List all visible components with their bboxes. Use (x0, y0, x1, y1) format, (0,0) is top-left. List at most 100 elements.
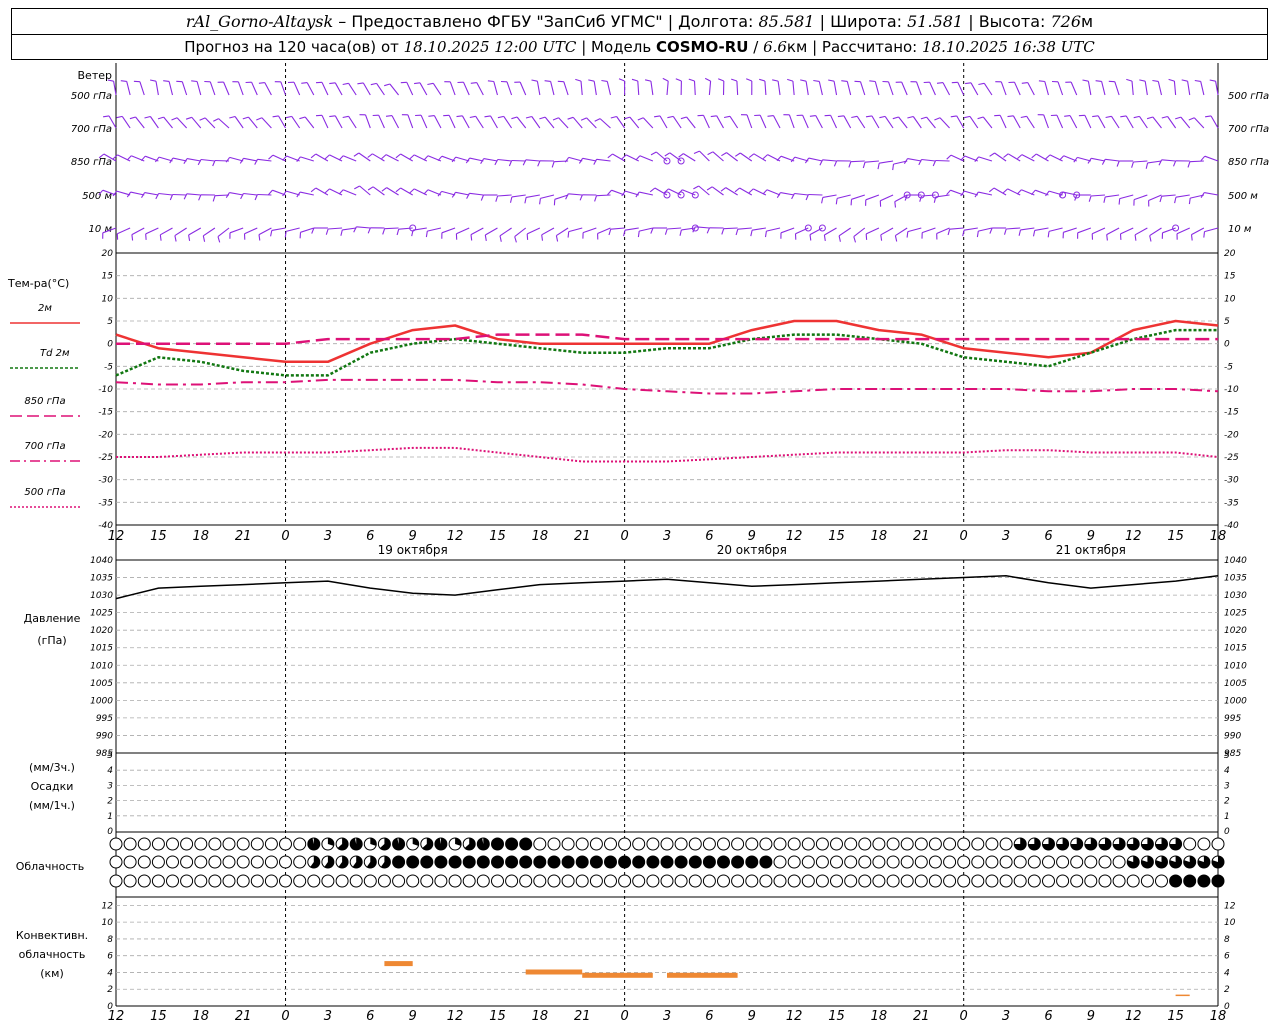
wind-barb-flag (1007, 115, 1014, 118)
cloud-symbol (815, 855, 829, 869)
pressure-tick-right: 1025 (1224, 609, 1247, 619)
wind-barb-flag (191, 80, 198, 83)
cloud-symbol (830, 855, 843, 869)
wind-barb-flag (385, 115, 393, 117)
wind-barb-flag (174, 235, 177, 242)
wind-barb (935, 159, 950, 162)
wind-barb-flag (650, 151, 657, 156)
temp-series-4 (116, 446, 1219, 463)
wind-barb-flag (1159, 196, 1163, 203)
wind-barb-flag (623, 230, 626, 237)
cloud-symbol (604, 855, 617, 869)
cloud-symbol (674, 874, 688, 888)
day-label: 19 октября (378, 543, 448, 557)
wind-barb (356, 226, 371, 229)
wind-barb (243, 192, 258, 196)
wind-barb-flag (1190, 234, 1193, 241)
wind-barb-flag (637, 117, 644, 121)
wind-barb (257, 193, 272, 196)
wind-barb-flag (1118, 198, 1121, 205)
precip-tick-left: 0 (107, 827, 113, 837)
wind-barb (606, 81, 612, 96)
wind-barb (586, 117, 597, 129)
cloud-symbol (293, 874, 307, 888)
cloud-symbol (618, 837, 632, 851)
wind-barb-flag (717, 78, 725, 82)
cloud-symbol (999, 837, 1013, 851)
hour-label-mid: 18 (532, 529, 549, 544)
wind-barb (449, 81, 456, 96)
wind-barb (1077, 227, 1092, 234)
wind-barb (217, 227, 230, 238)
cloud-symbol (702, 874, 716, 888)
wind-barb (736, 80, 739, 96)
cloud-symbol (999, 855, 1013, 869)
cloud-symbol (180, 874, 194, 888)
temp-tick-right: 10 (1224, 294, 1236, 304)
temp-tick-right: -10 (1224, 385, 1239, 395)
wind-barb-flag (892, 164, 895, 171)
hour-label-bottom: 6 (1044, 1009, 1052, 1024)
wind-barb-flag (813, 79, 820, 82)
temp-tick-left: -20 (98, 430, 113, 440)
wind-barb (441, 190, 456, 196)
temp-series-3 (115, 378, 1219, 395)
wind-barb (978, 227, 993, 232)
wind-barb-flag (588, 79, 595, 82)
wind-barb (497, 158, 512, 162)
temp-tick-left: 20 (102, 249, 114, 259)
cloud-symbol (886, 874, 900, 888)
wind-barb-flag (338, 155, 344, 161)
wind-level-label-left: 500 гПа (71, 91, 112, 102)
wind-barb-flag (342, 115, 349, 119)
wind-barb (639, 155, 654, 162)
wind-barb-flag (680, 116, 687, 120)
wind-barb-flag (367, 186, 374, 191)
cloud-symbol (815, 874, 829, 888)
hour-label-bottom: 9 (748, 1009, 756, 1024)
hour-label-mid: 15 (150, 529, 167, 544)
hour-label-mid: 21 (913, 529, 930, 544)
wind-barb-flag (395, 153, 401, 159)
wind-barb-flag (567, 231, 570, 238)
cloud-symbol (264, 837, 278, 851)
wind-barb-flag (950, 115, 957, 118)
wind-barb-flag (772, 79, 779, 82)
wind-barb (329, 188, 343, 196)
precip-tick-right: 4 (1224, 766, 1230, 776)
wind-barb-flag (934, 117, 941, 121)
cloud-symbol (943, 874, 957, 888)
wind-barb-flag (907, 115, 914, 119)
wind-barb (1111, 116, 1120, 129)
cloud-symbol (194, 874, 208, 888)
wind-barb-flag (621, 154, 627, 160)
temp-tick-right: 15 (1224, 272, 1236, 282)
wind-barb (568, 193, 583, 196)
wind-barb (1012, 115, 1021, 129)
wind-barb (1000, 81, 1007, 96)
wind-barb (511, 159, 526, 162)
wind-barb (1105, 158, 1120, 162)
wind-barb (218, 118, 230, 129)
wind-barb-flag (1188, 117, 1195, 121)
wind-barb-flag (848, 161, 852, 168)
wind-barb-flag (469, 115, 476, 119)
temp-legend-label: 2м (38, 303, 52, 314)
wind-barb-flag (610, 115, 617, 119)
wind-barb (746, 114, 753, 129)
wind-barb (1152, 116, 1162, 129)
cloud-symbol (618, 874, 632, 888)
hour-label-bottom: 0 (620, 1009, 628, 1024)
wind-barb-flag (828, 79, 835, 82)
wind-barb (1027, 82, 1035, 96)
wind-barb (794, 156, 809, 162)
wind-barb-flag (514, 236, 517, 243)
wind-barb (117, 154, 131, 162)
conv-tick-left: 10 (102, 918, 114, 928)
cloud-symbol (279, 874, 292, 888)
wind-barb (568, 227, 583, 233)
wind-barb-flag (1095, 80, 1102, 82)
wind-barb (264, 82, 272, 96)
wind-barb-flag (693, 150, 700, 155)
cloud-symbol (872, 837, 886, 851)
